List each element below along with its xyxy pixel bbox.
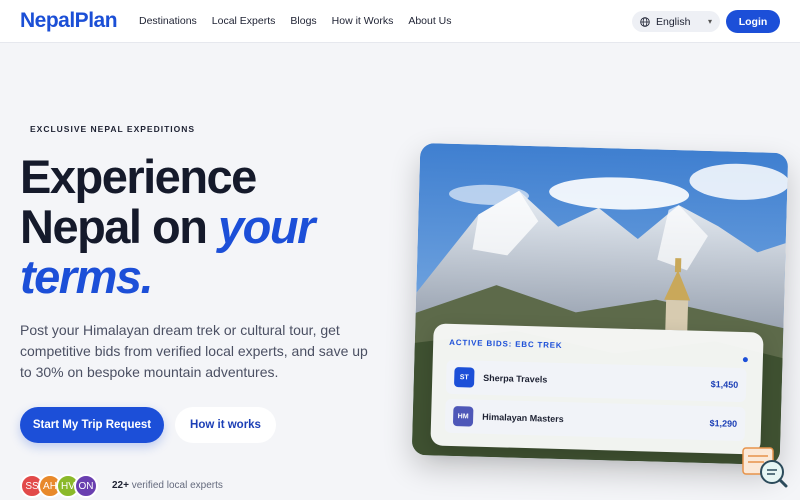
agency-name: Himalayan Masters (482, 411, 564, 425)
headline-period: . (140, 250, 154, 303)
start-trip-request-button[interactable]: Start My Trip Request (20, 407, 164, 443)
bid-row[interactable]: ST Sherpa Travels $1,450 (445, 359, 747, 403)
bid-row[interactable]: HM Himalayan Masters $1,290 (444, 398, 746, 442)
hero-headline: Experience Nepal on your terms. (20, 152, 400, 302)
expert-avatars: SS AH HV ON (20, 474, 98, 498)
headline-accent-your: your (218, 200, 315, 253)
hero-subtext: Post your Himalayan dream trek or cultur… (20, 322, 368, 380)
login-button[interactable]: Login (726, 10, 780, 33)
globe-icon (640, 16, 650, 27)
language-label: English (656, 15, 691, 28)
experts-label: verified local experts (128, 480, 223, 491)
nav-link-destinations[interactable]: Destinations (139, 15, 197, 27)
bid-amount: $1,290 (709, 418, 738, 429)
avatar: ON (74, 474, 98, 498)
headline-accent-terms: terms (20, 250, 142, 303)
active-bids-card: ACTIVE BIDS: EBC TREK ST Sherpa Travels … (430, 323, 764, 455)
nav-link-blogs[interactable]: Blogs (290, 15, 316, 27)
nav-links: Destinations Local Experts Blogs How it … (139, 15, 452, 27)
agency-badge: HM (452, 405, 474, 427)
nav-link-about-us[interactable]: About Us (408, 15, 451, 27)
bid-amount: $1,450 (710, 379, 739, 390)
hero-eyebrow: EXCLUSIVE NEPAL EXPEDITIONS (30, 124, 196, 134)
agency-name: Sherpa Travels (483, 372, 548, 385)
live-indicator-dot (742, 357, 748, 363)
how-it-works-button[interactable]: How it works (175, 407, 276, 443)
top-nav: NepalPlan Destinations Local Experts Blo… (0, 0, 800, 43)
chevron-down-icon: ▾ (707, 17, 712, 26)
nav-link-local-experts[interactable]: Local Experts (212, 15, 276, 27)
verified-experts-text: 22+ verified local experts (112, 480, 223, 491)
nav-link-how-it-works[interactable]: How it Works (332, 15, 394, 27)
chat-search-icon[interactable] (742, 446, 788, 488)
headline-line2: Nepal on (20, 200, 219, 253)
active-bids-title: ACTIVE BIDS: EBC TREK (449, 337, 563, 351)
experts-count: 22+ (112, 480, 129, 491)
language-select[interactable]: English ▾ (632, 11, 720, 32)
headline-line1: Experience (20, 150, 257, 203)
brand-logo[interactable]: NepalPlan (20, 9, 118, 33)
agency-badge: ST (453, 367, 475, 388)
